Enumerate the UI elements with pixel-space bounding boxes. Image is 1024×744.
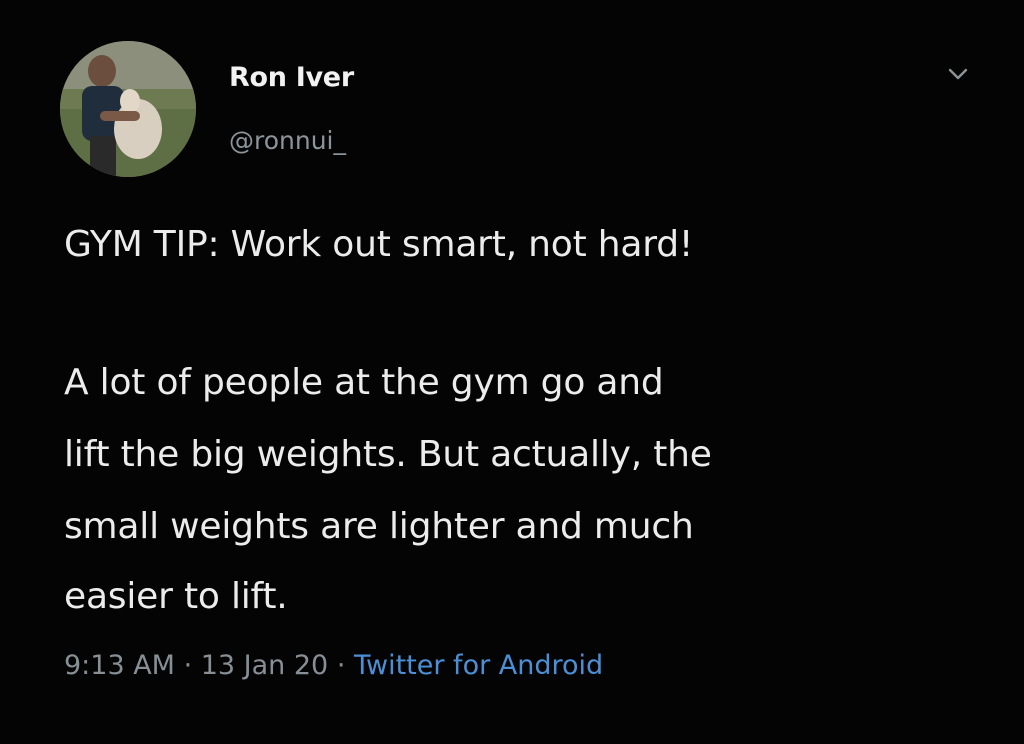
- tweet-meta: 9:13 AM · 13 Jan 20 · Twitter for Androi…: [64, 650, 603, 681]
- author-name[interactable]: Ron Iver: [229, 62, 354, 93]
- chevron-down-icon[interactable]: [946, 64, 970, 84]
- tweet-body-line: A lot of people at the gym go and: [64, 362, 664, 403]
- tweet-time[interactable]: 9:13 AM: [64, 650, 175, 681]
- tweet-card: Ron Iver @ronnui_ GYM TIP: Work out smar…: [0, 0, 1024, 744]
- avatar[interactable]: [60, 41, 196, 177]
- avatar-photo: [60, 41, 196, 177]
- tweet-source-link[interactable]: Twitter for Android: [354, 650, 603, 681]
- tweet-headline: GYM TIP: Work out smart, not hard!: [64, 224, 694, 265]
- tweet-body-line: lift the big weights. But actually, the: [64, 434, 712, 475]
- tweet-body-line: easier to lift.: [64, 576, 288, 617]
- meta-separator: ·: [174, 650, 201, 681]
- author-handle[interactable]: @ronnui_: [229, 126, 346, 155]
- tweet-body-line: small weights are lighter and much: [64, 506, 694, 547]
- tweet-date[interactable]: 13 Jan 20: [201, 650, 329, 681]
- meta-separator: ·: [328, 650, 354, 681]
